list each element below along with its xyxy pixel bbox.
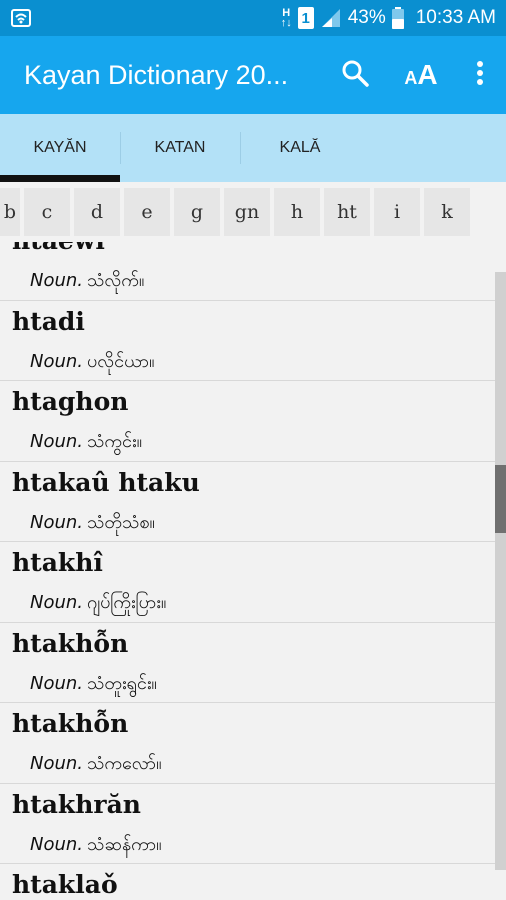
entry-word: htaewi (12, 242, 105, 255)
search-button[interactable] (322, 36, 388, 114)
overflow-menu-icon (476, 60, 484, 90)
scrollbar-track[interactable] (495, 272, 506, 870)
tab-katan[interactable]: KATAN (120, 114, 240, 182)
clock: 10:33 AM (415, 7, 496, 28)
entry-word: htakhỗn (12, 628, 129, 658)
entry-definition: Noun. သံတိုသံစ။ (30, 511, 155, 533)
entry-word: htaklaǒ (12, 870, 118, 899)
app-title: Kayan Dictionary 20... (24, 59, 289, 90)
entry-definition: Noun. သံတူးရွင်း။ (30, 672, 157, 694)
app-bar: Kayan Dictionary 20... AA (0, 36, 506, 114)
letter-c[interactable]: c (24, 188, 70, 236)
list-item[interactable]: htaewi Noun.သံလိုက်။ (0, 242, 496, 301)
list-item[interactable]: htakhỗn Noun. သံတူးရွင်း။ (0, 623, 496, 703)
entry-list[interactable]: htaewi Noun.သံလိုက်။ htadi Noun.ပလိုင်ယာ… (0, 242, 506, 900)
letter-k[interactable]: k (424, 188, 470, 236)
entry-definition: Noun. သံကွင်း။ (30, 431, 143, 452)
letter-d[interactable]: d (74, 188, 120, 236)
battery-icon (391, 7, 404, 29)
list-item[interactable]: htaghon Noun. သံကွင်း။ (0, 381, 496, 462)
alphabet-index: b c d e g gn h ht i k (0, 182, 506, 242)
letter-ht[interactable]: ht (324, 188, 370, 236)
letter-g[interactable]: g (174, 188, 220, 236)
entry-word: htakhỗn (12, 709, 129, 738)
entry-definition: Noun. သံဆန်ကာ။ (30, 833, 162, 855)
signal-icon (320, 8, 342, 28)
entry-word: htadi (12, 306, 85, 336)
tab-kala[interactable]: KALĂ (240, 114, 360, 182)
entry-word: htakhî (12, 548, 103, 577)
notification-icon (10, 8, 32, 28)
list-item[interactable]: htadi Noun. ပလိုင်ယာ။ (0, 301, 496, 381)
list-item[interactable]: htakhỗn Noun. သံကလော်။ (0, 703, 496, 784)
status-bar: H ↑↓ 1 43% 10:33 AM (0, 0, 506, 36)
list-item[interactable]: htakhrăn Noun. သံဆန်ကာ။ (0, 784, 496, 864)
entry-word: htakhrăn (12, 789, 141, 819)
entry-word: htakaû htaku (12, 467, 200, 497)
scrollbar-thumb[interactable] (495, 465, 506, 533)
search-icon (341, 59, 369, 91)
letter-i[interactable]: i (374, 188, 420, 236)
letter-gn[interactable]: gn (224, 188, 270, 236)
tab-bar: KAYĂN KATAN KALĂ (0, 114, 506, 182)
entry-definition: Noun. ပလိုင်ယာ။ (30, 350, 155, 372)
letter-b[interactable]: b (0, 188, 20, 236)
list-item[interactable]: htakaû htaku Noun. သံတိုသံစ။ (0, 462, 496, 542)
entry-word: htaghon (12, 387, 129, 416)
sim-icon: 1 (297, 7, 314, 29)
overflow-menu-button[interactable] (454, 36, 506, 114)
list-item[interactable]: htaklaǒ (0, 864, 496, 900)
entry-definition: Noun. သံကလော်။ (30, 753, 162, 774)
letter-e[interactable]: e (124, 188, 170, 236)
list-item[interactable]: htakhî Noun. ဂျပ်ကြိုးပြား။ (0, 542, 496, 623)
font-size-icon: AA (404, 59, 438, 90)
network-type-icon: H ↑↓ (280, 7, 292, 29)
font-size-button[interactable]: AA (388, 36, 454, 114)
tab-kayan[interactable]: KAYĂN (0, 114, 120, 182)
letter-h[interactable]: h (274, 188, 320, 236)
entry-definition: Noun. ဂျပ်ကြိုးပြား။ (30, 592, 167, 613)
battery-percent: 43% (347, 7, 386, 28)
entry-definition: Noun. သံလိုက်။ (30, 270, 145, 291)
